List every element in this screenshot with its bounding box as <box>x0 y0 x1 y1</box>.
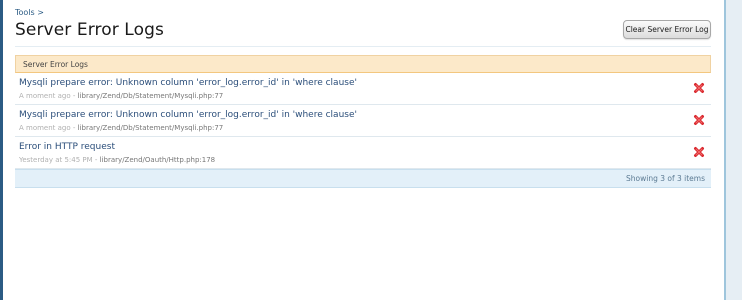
error-message-link[interactable]: Error in HTTP request <box>19 142 115 152</box>
error-message-link[interactable]: Mysqli prepare error: Unknown column 'er… <box>19 78 357 88</box>
row-time: Yesterday at 5:45 PM <box>19 156 93 164</box>
breadcrumb-tools[interactable]: Tools > <box>15 8 44 17</box>
row-file: library/Zend/Db/Statement/Mysqli.php:77 <box>77 92 224 100</box>
error-log-table: Server Error Logs Mysqli prepare error: … <box>15 55 711 188</box>
row-meta: A moment ago - library/Zend/Db/Statement… <box>19 92 223 100</box>
clear-error-log-button[interactable]: Clear Server Error Log <box>623 20 711 39</box>
items-count: Showing 3 of 3 items <box>626 174 705 183</box>
row-time: A moment ago <box>19 92 71 100</box>
page-title: Server Error Logs <box>15 20 164 40</box>
content-area: Tools > Server Error Logs Clear Server E… <box>3 0 723 300</box>
window-right-border <box>724 0 726 300</box>
row-time: A moment ago <box>19 124 71 132</box>
table-footer: Showing 3 of 3 items <box>15 169 711 188</box>
table-row[interactable]: Error in HTTP request Yesterday at 5:45 … <box>15 137 711 169</box>
row-separator: - <box>72 92 76 100</box>
delete-icon[interactable] <box>693 82 705 94</box>
table-header: Server Error Logs <box>15 55 711 73</box>
table-row[interactable]: Mysqli prepare error: Unknown column 'er… <box>15 73 711 105</box>
error-message-link[interactable]: Mysqli prepare error: Unknown column 'er… <box>19 110 357 120</box>
title-divider <box>15 46 711 47</box>
table-row[interactable]: Mysqli prepare error: Unknown column 'er… <box>15 105 711 137</box>
delete-icon[interactable] <box>693 146 705 158</box>
row-meta: Yesterday at 5:45 PM - library/Zend/Oaut… <box>19 156 215 164</box>
row-file: library/Zend/Db/Statement/Mysqli.php:77 <box>77 124 224 132</box>
delete-icon[interactable] <box>693 114 705 126</box>
row-separator: - <box>94 156 98 164</box>
row-meta: A moment ago - library/Zend/Db/Statement… <box>19 124 223 132</box>
row-separator: - <box>72 124 76 132</box>
row-file: library/Zend/Oauth/Http.php:178 <box>99 156 216 164</box>
window-right-margin <box>726 0 742 300</box>
